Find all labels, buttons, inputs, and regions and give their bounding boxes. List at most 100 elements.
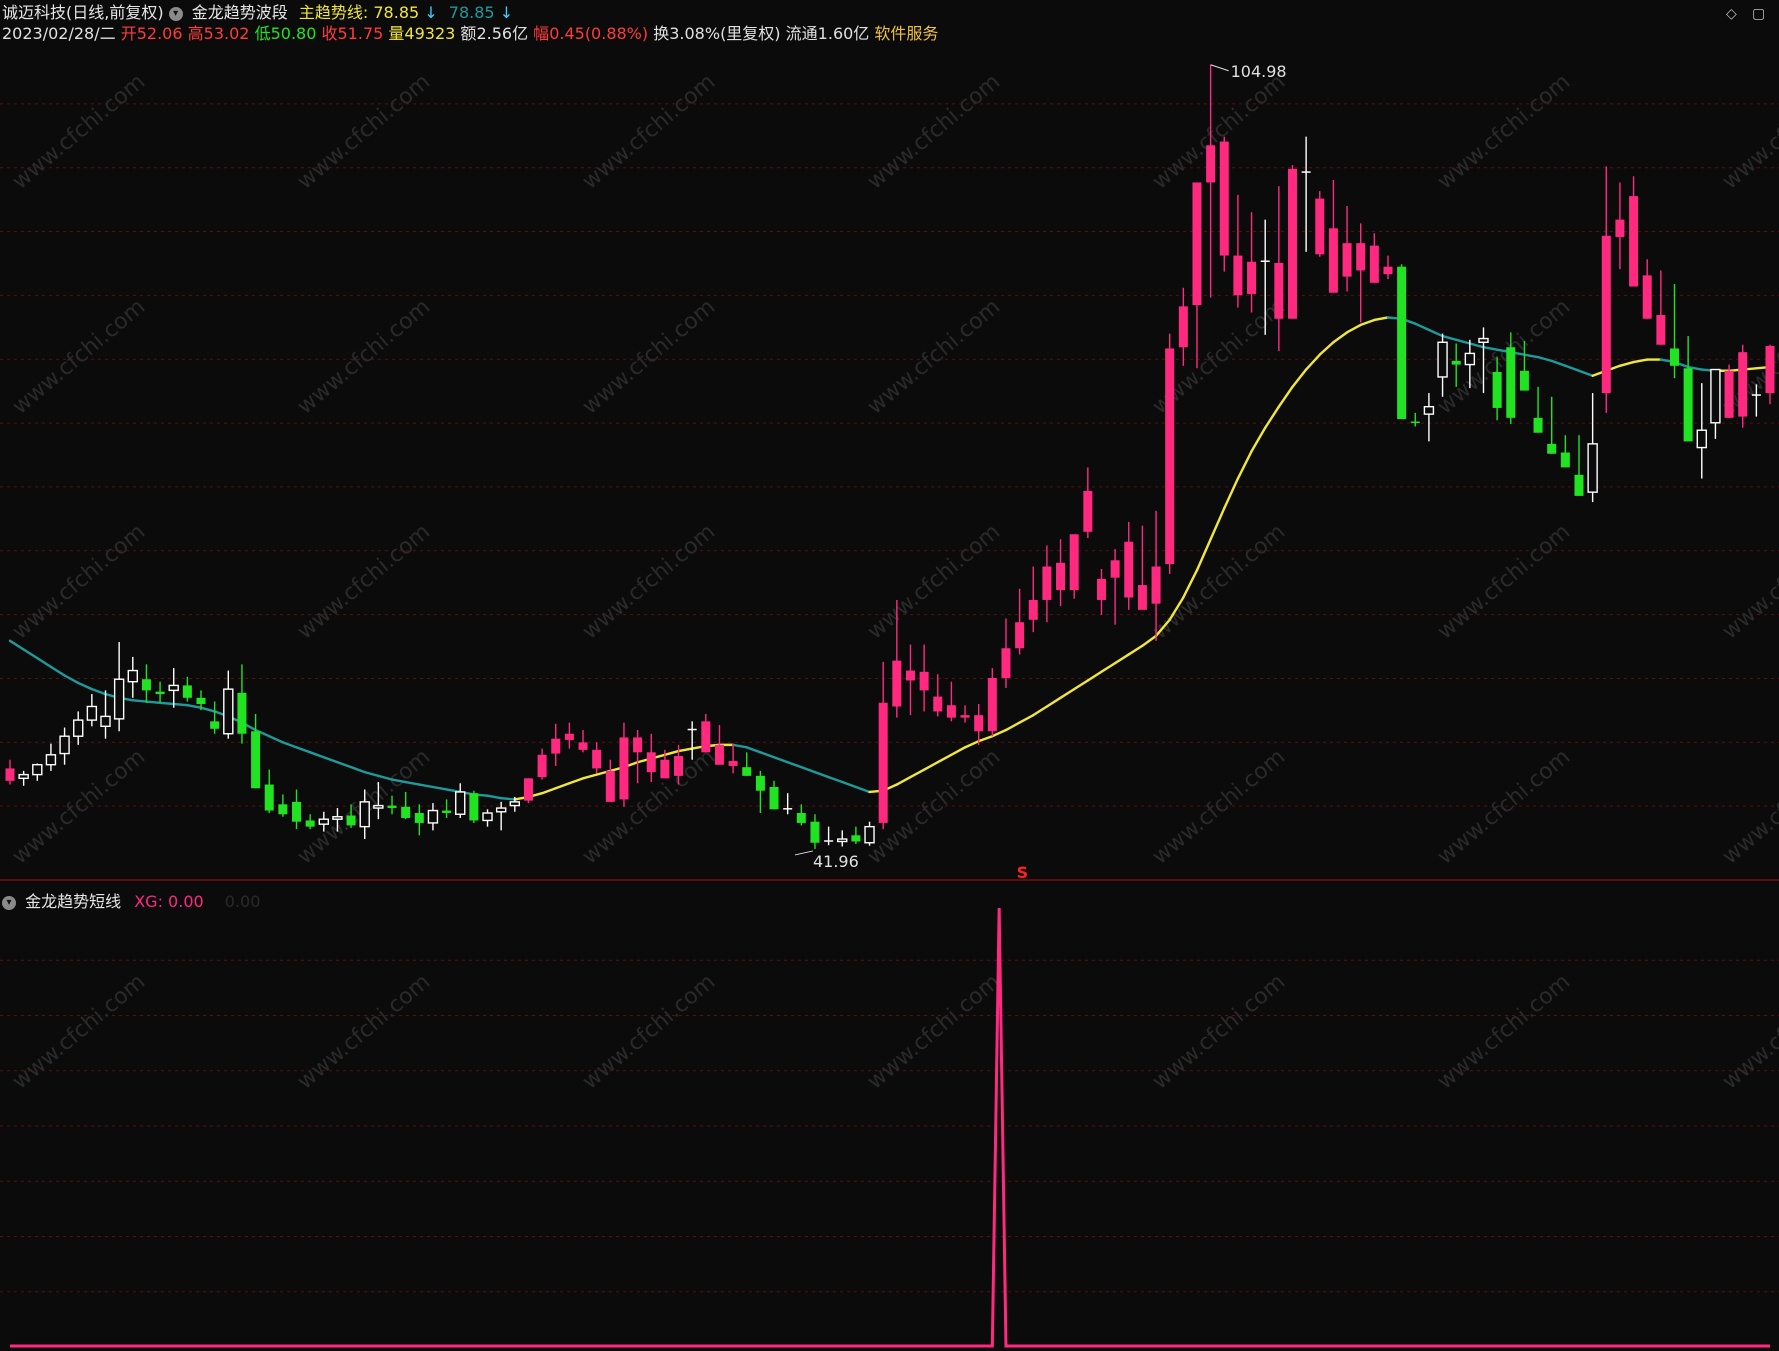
candle-body	[1260, 260, 1270, 263]
candle-body	[1724, 370, 1734, 418]
watermark-text: www.cfchi.com	[1148, 744, 1290, 869]
candle-body	[427, 809, 439, 824]
candle-body	[1683, 368, 1693, 442]
trend-segment	[813, 770, 830, 779]
trend-segment	[977, 735, 994, 743]
candle-body	[414, 813, 424, 823]
turnover-label: 换	[653, 24, 670, 43]
trend-segment	[1141, 634, 1158, 647]
candle-body	[605, 770, 615, 802]
vol-label: 量	[388, 24, 405, 43]
trend-segment	[581, 773, 598, 780]
trend-segment	[1373, 316, 1390, 322]
trend-segment	[158, 701, 175, 706]
trend-segment	[322, 756, 339, 764]
candle-body	[960, 715, 970, 718]
trend-segment	[1059, 687, 1076, 700]
trend-segment	[1113, 653, 1130, 665]
turnover-value: 3.08%(里复权)	[669, 24, 781, 43]
trend-segment	[1427, 328, 1444, 338]
chevron-down-icon[interactable]: ▾	[168, 6, 183, 21]
s-marker: S	[1017, 863, 1029, 882]
candle-body	[742, 767, 752, 776]
trend-segment	[172, 702, 189, 707]
diamond-icon[interactable]: ◇	[1726, 6, 1737, 22]
candle-body	[346, 815, 356, 826]
trend-segment	[1209, 507, 1226, 541]
trend-segment	[1195, 538, 1212, 572]
candle-body	[564, 733, 574, 740]
candle-body	[141, 679, 151, 691]
close-label: 收	[321, 24, 338, 43]
trend-segment	[1359, 318, 1376, 327]
watermark-text: www.cfchi.com	[1433, 519, 1575, 644]
indicator-name[interactable]: 金龙趋势波段	[192, 3, 288, 22]
watermark-text: www.cfchi.com	[8, 969, 150, 1094]
trend-segment	[1072, 679, 1090, 691]
candle-body	[1410, 421, 1420, 424]
candle-body	[373, 804, 384, 809]
candle-body	[1369, 245, 1379, 283]
sub-indicator-name[interactable]: 金龙趋势短线	[25, 892, 121, 911]
change-label: 幅	[533, 24, 550, 43]
candle-body	[660, 759, 670, 779]
candle-body	[1533, 417, 1543, 433]
trend-segment	[308, 751, 325, 759]
candle-body	[45, 754, 57, 766]
max-pointer	[1210, 64, 1229, 72]
candle-body	[1506, 347, 1516, 418]
xg-label: XG:	[134, 892, 163, 911]
trend-segment	[745, 746, 762, 754]
float-value: 1.60亿	[817, 24, 870, 43]
candle-body	[933, 696, 943, 712]
candle-body	[1397, 266, 1407, 420]
watermark-text: www.cfchi.com	[1433, 294, 1575, 419]
sector-link[interactable]: 软件服务	[874, 24, 938, 43]
close-value: 51.75	[337, 24, 384, 43]
trend-segment	[349, 765, 366, 774]
candle-body	[1492, 372, 1502, 408]
candle-body	[1083, 490, 1093, 532]
candle-body	[264, 784, 274, 811]
trend-segment	[49, 665, 66, 677]
watermark-text: www.cfchi.com	[1718, 969, 1779, 1094]
candle-body	[1315, 198, 1325, 255]
candle-body	[1587, 443, 1598, 493]
trend-segment	[922, 761, 939, 771]
watermark-text: www.cfchi.com	[1718, 519, 1779, 644]
candle-body	[86, 705, 98, 721]
candle-body	[278, 804, 288, 815]
stock-title[interactable]: 诚迈科技(日线,前复权)	[2, 3, 164, 22]
high-label: 高	[187, 24, 204, 43]
trend-segment	[1468, 342, 1485, 349]
candle-body	[701, 721, 711, 753]
candle-body	[100, 715, 111, 727]
trend-segment	[1018, 713, 1035, 724]
trend-segment	[499, 796, 517, 801]
candle-body	[537, 754, 547, 778]
candle-body	[837, 838, 848, 843]
candle-body	[305, 820, 315, 827]
trend-segment	[1223, 477, 1240, 510]
candle-body	[495, 807, 507, 813]
candle-body	[1574, 474, 1584, 496]
watermark-text: www.cfchi.com	[578, 69, 720, 194]
candle-body	[73, 719, 84, 737]
candle-body	[1751, 394, 1761, 396]
watermark-text: www.cfchi.com	[1718, 744, 1779, 869]
candle-body	[1206, 145, 1216, 183]
candle-body	[1560, 452, 1570, 468]
down-arrow-icon: ↓	[424, 3, 438, 22]
candle-body	[168, 684, 179, 692]
trend-segment	[554, 782, 571, 790]
trend-segment	[418, 783, 435, 789]
candle-body	[864, 825, 875, 844]
open-value: 52.06	[136, 24, 183, 43]
trend-segment	[854, 785, 871, 794]
watermark-text: www.cfchi.com	[863, 519, 1005, 644]
window-icon[interactable]: ▢	[1752, 6, 1765, 22]
candle-body	[878, 702, 888, 823]
candle-body	[1124, 541, 1134, 598]
watermark-text: www.cfchi.com	[293, 519, 435, 644]
chevron-down-icon-sub[interactable]: ▾	[2, 895, 16, 910]
